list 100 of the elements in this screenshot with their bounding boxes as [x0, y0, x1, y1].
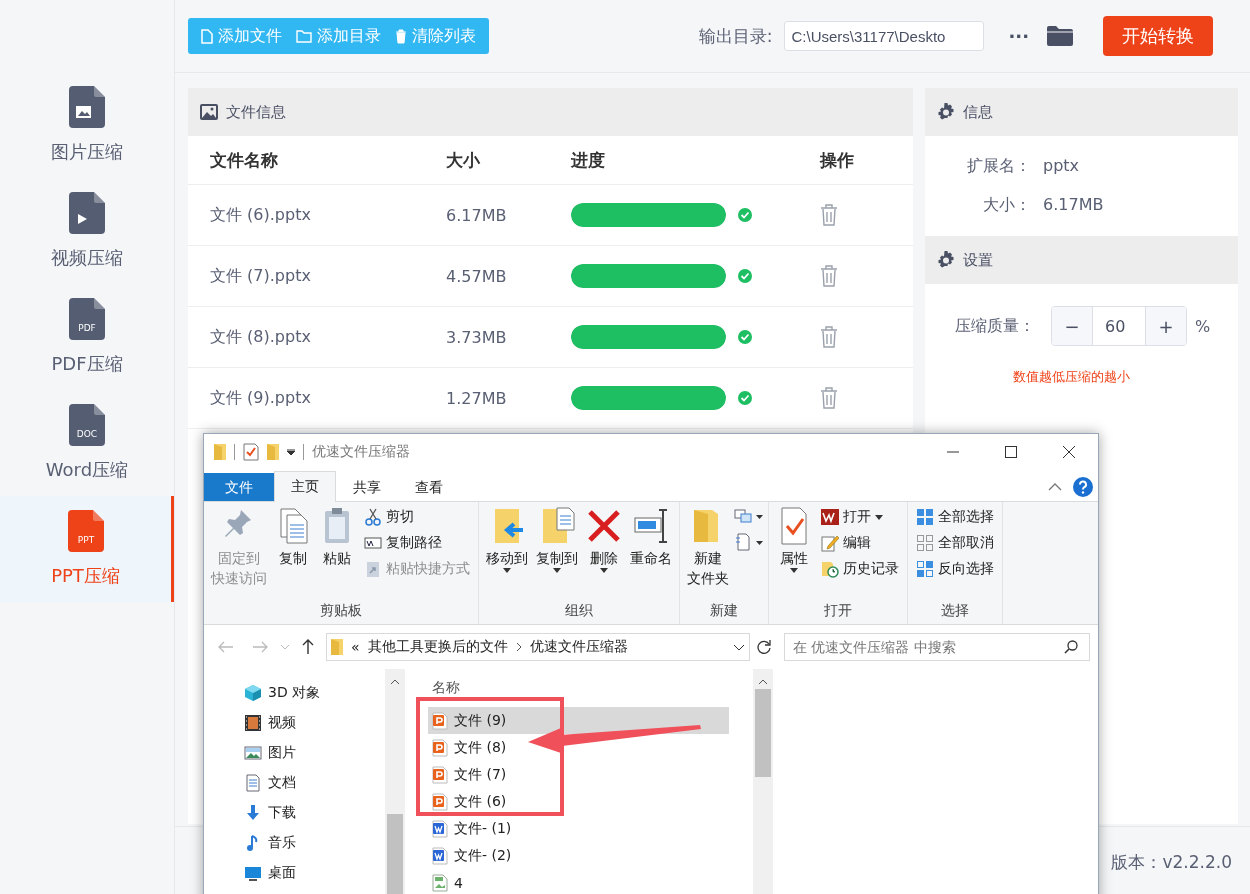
address-bar[interactable]: « 其他工具更换后的文件 优速文件压缩器 — [326, 633, 750, 661]
chevron-up-icon[interactable] — [1048, 483, 1062, 491]
file-item[interactable]: 文件- (2) — [428, 842, 729, 869]
help-icon[interactable] — [1072, 476, 1094, 498]
ribbon-button[interactable]: 移动到 — [483, 504, 531, 602]
nav-item[interactable]: 桌面 — [204, 858, 385, 888]
scrollbar[interactable] — [753, 669, 773, 894]
minimize-icon — [947, 451, 959, 453]
column-header[interactable]: 名称 — [432, 679, 460, 695]
breadcrumb[interactable]: 优速文件压缩器 — [529, 638, 628, 656]
quality-stepper[interactable]: − 60 + — [1051, 306, 1187, 346]
document-icon — [244, 774, 262, 792]
ribbon-button[interactable]: 全部选择 — [912, 506, 998, 528]
rename-icon — [633, 506, 669, 546]
new-item-icon[interactable] — [734, 508, 764, 526]
minus-button[interactable]: − — [1052, 307, 1092, 345]
file-item[interactable]: 文件 (7) — [428, 761, 729, 788]
file-item[interactable]: 4 — [428, 869, 729, 894]
nav-item[interactable]: 视频 — [204, 708, 385, 738]
overflow-chevron[interactable]: « — [351, 639, 360, 655]
sidebar-item[interactable]: 视频压缩 — [0, 178, 174, 284]
sidebar-item[interactable]: PPT PPT压缩 — [0, 496, 174, 602]
ribbon-button[interactable]: 复制路径 — [360, 532, 474, 554]
column-header: 文件名称 — [188, 136, 424, 185]
nav-item[interactable]: 图片 — [204, 738, 385, 768]
word-file-icon — [432, 819, 448, 838]
ribbon-button[interactable]: 属性 — [773, 504, 815, 602]
close-icon — [1062, 445, 1076, 459]
table-cell: 文件 (6).pptx — [188, 185, 424, 246]
group-label: 剪贴板 — [319, 602, 363, 620]
forward-arrow-icon[interactable] — [252, 641, 268, 653]
presentation-file-icon — [432, 738, 448, 757]
nav-item[interactable]: 音乐 — [204, 828, 385, 858]
sidebar-item[interactable]: PDF PDF压缩 — [0, 284, 174, 390]
ribbon-button[interactable]: 打开 — [817, 506, 903, 528]
ribbon-button[interactable]: 重命名 — [627, 504, 675, 602]
ribbon-tab[interactable]: 文件 — [204, 473, 274, 501]
maximize-icon — [1005, 446, 1017, 458]
picture-icon — [244, 744, 262, 762]
plus-button[interactable]: + — [1146, 307, 1186, 345]
ribbon-button[interactable]: 粘贴 — [316, 504, 358, 602]
presentation-file-icon — [432, 765, 448, 784]
folder-icon[interactable] — [1047, 26, 1073, 46]
chevron-down-icon[interactable] — [733, 643, 745, 651]
sidebar-item[interactable]: 图片压缩 — [0, 72, 174, 178]
field-label: 扩展名： — [966, 156, 1032, 177]
properties-icon[interactable] — [243, 443, 259, 461]
trash-icon[interactable] — [820, 326, 838, 348]
select-all-icon — [916, 508, 934, 526]
ribbon-tab[interactable]: 主页 — [274, 471, 336, 502]
ribbon-button[interactable]: 复制 — [272, 504, 314, 602]
back-arrow-icon[interactable] — [218, 641, 234, 653]
trash-icon[interactable] — [820, 387, 838, 409]
ribbon-button[interactable]: 编辑 — [817, 532, 903, 554]
ribbon-tab[interactable]: 查看 — [398, 473, 460, 501]
table-cell: 4.57MB — [424, 246, 549, 307]
file-item[interactable]: 文件- (1) — [428, 815, 729, 842]
ribbon-button[interactable]: 剪切 — [360, 506, 474, 528]
ribbon-button[interactable]: 复制到 — [533, 504, 581, 602]
chevron-right-icon — [515, 642, 522, 652]
nav-item[interactable]: 3D 对象 — [204, 678, 385, 708]
ribbon-tab[interactable]: 共享 — [336, 473, 398, 501]
file-type-label: DOC — [76, 429, 98, 439]
scrollbar[interactable] — [385, 669, 405, 894]
gear-icon — [937, 251, 955, 269]
folder-icon — [331, 639, 343, 655]
quality-field[interactable]: 60 — [1092, 307, 1146, 345]
up-arrow-icon[interactable] — [302, 639, 314, 655]
trash-icon[interactable] — [820, 265, 838, 287]
refresh-icon[interactable] — [756, 639, 772, 655]
window-title: 优速文件压缩器 — [312, 443, 410, 461]
ribbon-button[interactable]: 全部取消 — [912, 532, 998, 554]
more-button[interactable]: ··· — [1002, 24, 1035, 48]
start-button[interactable]: 开始转换 — [1103, 16, 1213, 56]
table-cell: 1.27MB — [424, 368, 549, 429]
table-cell: 文件 (9).pptx — [188, 368, 424, 429]
trash-icon[interactable] — [820, 204, 838, 226]
file-item[interactable]: 文件 (6) — [428, 788, 729, 815]
caret-icon[interactable] — [287, 449, 295, 455]
sidebar-item[interactable]: DOC Word压缩 — [0, 390, 174, 496]
table-cell: 3.73MB — [424, 307, 549, 368]
nav-item[interactable]: 文档 — [204, 768, 385, 798]
open-icon — [821, 508, 839, 526]
group-label: 组织 — [564, 602, 594, 620]
output-path-field[interactable]: C:\Users\31177\Deskto — [784, 21, 985, 51]
ribbon-button[interactable]: 新建 文件夹 — [684, 504, 732, 602]
column-header: 进度 — [549, 136, 798, 185]
ribbon-button[interactable]: 删除 — [583, 504, 625, 602]
video-file-icon — [69, 192, 105, 234]
scroll-up-icon[interactable] — [758, 679, 768, 685]
nav-item[interactable]: 下载 — [204, 798, 385, 828]
ribbon-button[interactable]: 历史记录 — [817, 558, 903, 580]
scroll-up-icon[interactable] — [390, 679, 400, 685]
film-icon — [244, 714, 262, 732]
breadcrumb[interactable]: 其他工具更换后的文件 — [367, 638, 508, 656]
file-item[interactable]: 文件 (9) — [428, 707, 729, 734]
ribbon-button[interactable]: 反向选择 — [912, 558, 998, 580]
field-value: 6.17MB — [1043, 195, 1105, 216]
file-type-label: PPT — [77, 535, 94, 545]
search-field[interactable]: 在 优速文件压缩器 中搜索 — [784, 633, 1090, 661]
